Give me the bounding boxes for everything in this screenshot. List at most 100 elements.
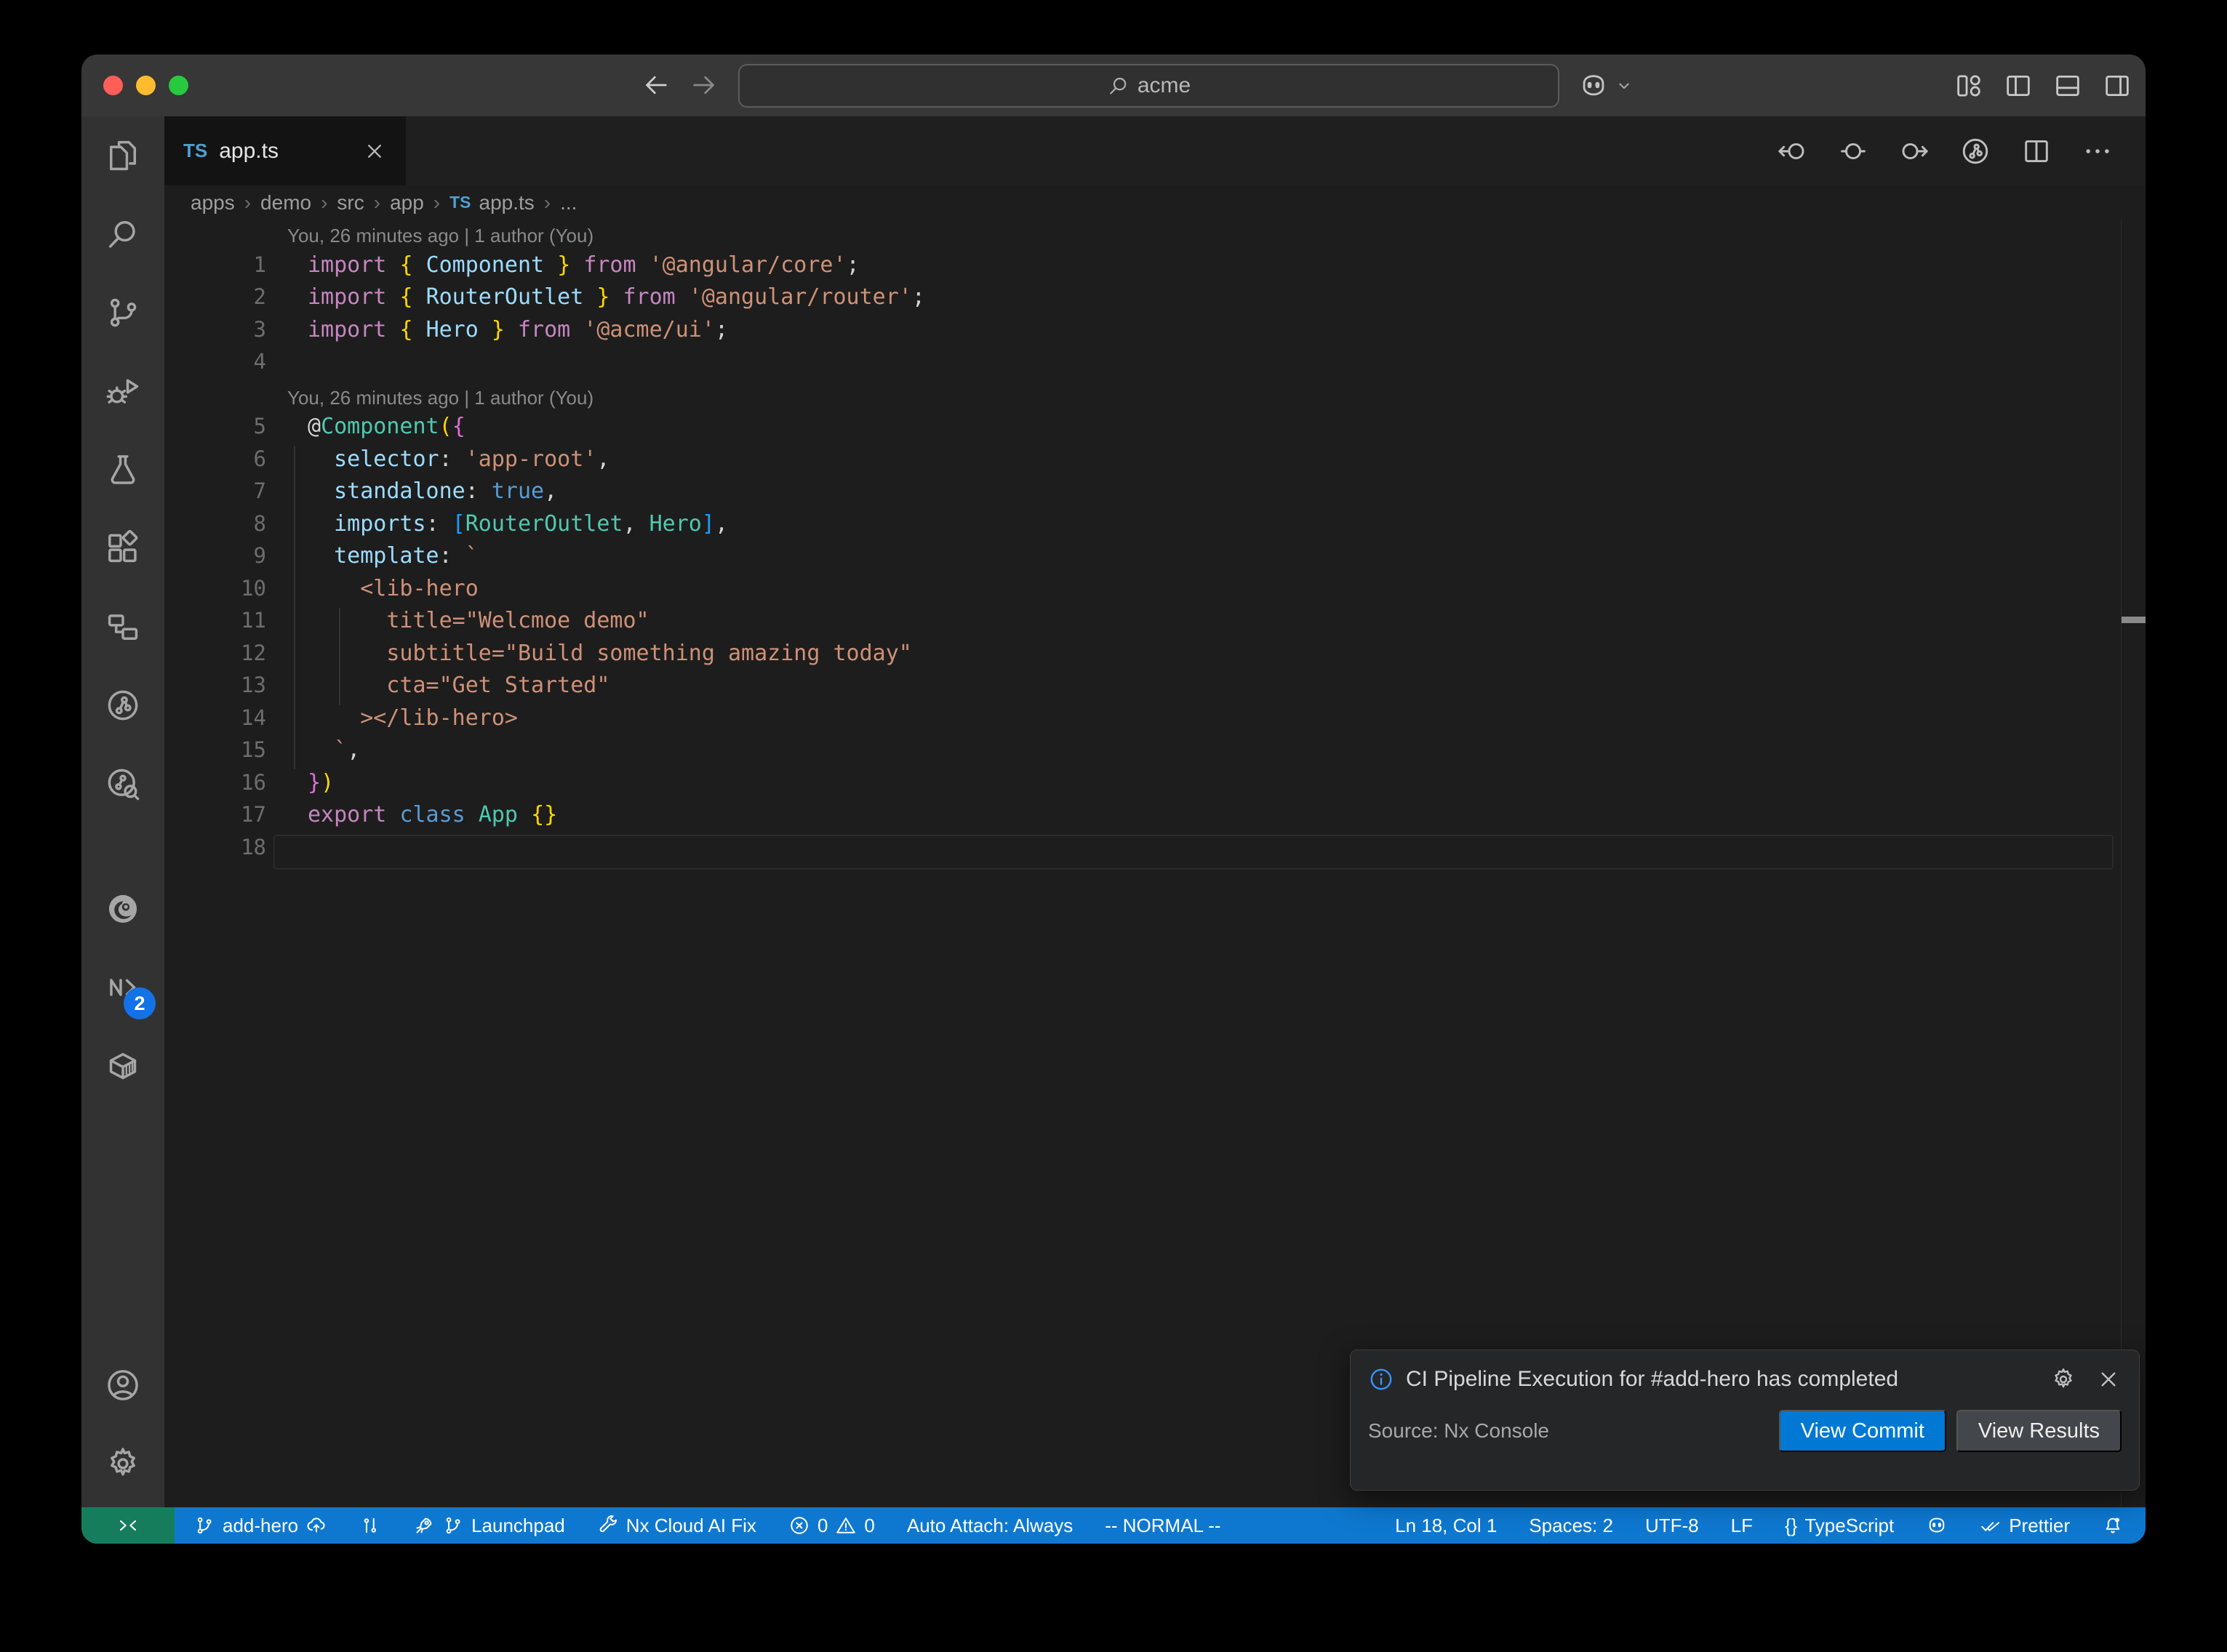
tab-app-ts[interactable]: TS app.ts bbox=[164, 116, 406, 185]
customize-layout-icon[interactable] bbox=[1954, 71, 1984, 101]
command-center-search[interactable]: acme bbox=[738, 64, 1559, 108]
zoom-window-button[interactable] bbox=[169, 76, 188, 95]
status-auto-attach[interactable]: Auto Attach: Always bbox=[907, 1515, 1073, 1537]
line-number: 6 bbox=[164, 446, 287, 479]
view-results-button[interactable]: View Results bbox=[1956, 1410, 2122, 1452]
status-formatter[interactable]: Prettier bbox=[1980, 1515, 2070, 1537]
code-line[interactable]: import { Component } from '@angular/core… bbox=[287, 252, 860, 285]
code-line[interactable]: `, bbox=[287, 737, 360, 770]
activity-item-remote-explorer[interactable] bbox=[81, 588, 164, 666]
line-number: 9 bbox=[164, 543, 287, 576]
code-line[interactable]: title="Welcmoe demo" bbox=[287, 608, 649, 641]
activity-item-nx-console[interactable]: 2 bbox=[81, 948, 164, 1027]
split-editor-icon[interactable] bbox=[2020, 135, 2052, 167]
more-actions-icon[interactable] bbox=[2082, 135, 2114, 167]
code-line[interactable]: }) bbox=[287, 770, 334, 803]
nav-circle-icon[interactable] bbox=[1837, 135, 1869, 167]
code-line[interactable]: <lib-hero bbox=[287, 576, 479, 609]
activity-item-accounts[interactable] bbox=[81, 1346, 164, 1424]
breadcrumb-item[interactable]: apps bbox=[191, 191, 235, 214]
status-eol[interactable]: LF bbox=[1731, 1515, 1753, 1537]
run-debug-icon bbox=[104, 372, 142, 410]
nx-project-details-icon bbox=[104, 765, 142, 803]
code-line[interactable]: import { RouterOutlet } from '@angular/r… bbox=[287, 284, 925, 317]
remote-indicator[interactable] bbox=[81, 1507, 175, 1544]
view-commit-button[interactable]: View Commit bbox=[1779, 1410, 1946, 1452]
code-line[interactable]: import { Hero } from '@acme/ui'; bbox=[287, 317, 728, 350]
branch-small-icon bbox=[442, 1515, 464, 1536]
remote-explorer-icon bbox=[104, 608, 142, 646]
activity-item-containers[interactable] bbox=[81, 1027, 164, 1105]
notification-close-icon[interactable] bbox=[2095, 1366, 2122, 1392]
status-vim-mode[interactable]: -- NORMAL -- bbox=[1105, 1515, 1220, 1537]
files-icon bbox=[104, 137, 142, 175]
code-line[interactable]: cta="Get Started" bbox=[287, 673, 609, 705]
tab-close-icon[interactable] bbox=[362, 139, 387, 164]
status-launchpad[interactable]: Launchpad bbox=[413, 1515, 565, 1537]
activity-item-source-control[interactable] bbox=[81, 273, 164, 352]
code-line[interactable]: selector: 'app-root', bbox=[287, 446, 609, 479]
activity-item-nx-graph[interactable] bbox=[81, 666, 164, 745]
activity-item-edge-browser[interactable] bbox=[81, 870, 164, 948]
notification-settings-icon[interactable] bbox=[2050, 1366, 2076, 1392]
cloud-upload-icon bbox=[305, 1515, 327, 1536]
status-nx-cloud-ai-fix[interactable]: Nx Cloud AI Fix bbox=[597, 1515, 756, 1537]
line-number: 4 bbox=[164, 349, 287, 382]
status-encoding[interactable]: UTF-8 bbox=[1645, 1515, 1699, 1537]
line-number: 16 bbox=[164, 770, 287, 803]
go-back-icon[interactable] bbox=[641, 71, 671, 100]
status-copilot-status[interactable] bbox=[1926, 1515, 1948, 1536]
breadcrumb-item[interactable]: app bbox=[390, 191, 424, 214]
toggle-secondary-sidebar-icon[interactable] bbox=[2102, 71, 2132, 101]
nav-forward-circle-icon[interactable] bbox=[1898, 135, 1930, 167]
status-branch-sync[interactable]: add-hero bbox=[193, 1515, 327, 1537]
code-line[interactable]: template: ` bbox=[287, 543, 479, 576]
line-number: 7 bbox=[164, 478, 287, 511]
code-line[interactable]: @Component({ bbox=[287, 414, 465, 446]
code-line[interactable] bbox=[287, 349, 308, 382]
breadcrumb-item[interactable]: src bbox=[337, 191, 364, 214]
go-forward-icon[interactable] bbox=[689, 71, 719, 100]
code-line[interactable]: imports: [RouterOutlet, Hero], bbox=[287, 511, 728, 544]
nx-graph-circle-icon[interactable] bbox=[1959, 135, 1991, 167]
breadcrumb-item[interactable]: ... bbox=[560, 191, 577, 214]
activity-item-settings[interactable] bbox=[81, 1424, 164, 1503]
typescript-file-icon: TS bbox=[183, 140, 207, 162]
copilot-menu[interactable] bbox=[1578, 71, 1635, 101]
line-number: 13 bbox=[164, 673, 287, 705]
breadcrumb-item[interactable]: demo bbox=[260, 191, 311, 214]
activity-item-nx-project-details[interactable] bbox=[81, 745, 164, 823]
code-line[interactable]: ></lib-hero> bbox=[287, 705, 518, 738]
status-indentation[interactable]: Spaces: 2 bbox=[1529, 1515, 1613, 1537]
close-window-button[interactable] bbox=[103, 76, 123, 95]
code-line[interactable]: export class App {} bbox=[287, 802, 557, 835]
nav-back-circle-icon[interactable] bbox=[1776, 135, 1808, 167]
activity-item-extensions[interactable] bbox=[81, 509, 164, 588]
breadcrumb-item[interactable]: app.ts bbox=[479, 191, 535, 214]
status-source-control-graph[interactable] bbox=[359, 1515, 381, 1536]
toggle-panel-icon[interactable] bbox=[2052, 71, 2083, 101]
line-number: 15 bbox=[164, 737, 287, 770]
minimize-window-button[interactable] bbox=[136, 76, 156, 95]
editor-actions bbox=[1776, 116, 2146, 185]
code-line[interactable]: subtitle="Build something amazing today" bbox=[287, 641, 912, 673]
code-editor[interactable]: You, 26 minutes ago | 1 author (You)1imp… bbox=[164, 220, 2146, 1507]
status-problems[interactable]: 00 bbox=[788, 1515, 875, 1537]
chevron-right-icon: › bbox=[433, 191, 440, 214]
status-notifications-bell[interactable] bbox=[2102, 1515, 2124, 1536]
activity-item-explorer[interactable] bbox=[81, 116, 164, 195]
chevron-right-icon: › bbox=[374, 191, 380, 214]
status-cursor-position[interactable]: Ln 18, Col 1 bbox=[1395, 1515, 1497, 1537]
typescript-file-icon: TS bbox=[449, 193, 471, 212]
search-value: acme bbox=[1138, 73, 1191, 98]
activity-item-search[interactable] bbox=[81, 195, 164, 273]
notification-toast: CI Pipeline Execution for #add-hero has … bbox=[1350, 1350, 2140, 1491]
activity-item-run-and-debug[interactable] bbox=[81, 352, 164, 430]
overview-ruler-mark bbox=[2122, 617, 2146, 623]
status-language-mode[interactable]: {}TypeScript bbox=[1785, 1515, 1894, 1537]
activity-item-testing[interactable] bbox=[81, 430, 164, 509]
code-line[interactable]: standalone: true, bbox=[287, 478, 557, 511]
line-number: 10 bbox=[164, 576, 287, 609]
scrollbar-gutter[interactable] bbox=[2121, 220, 2122, 1507]
toggle-primary-sidebar-icon[interactable] bbox=[2003, 71, 2034, 101]
